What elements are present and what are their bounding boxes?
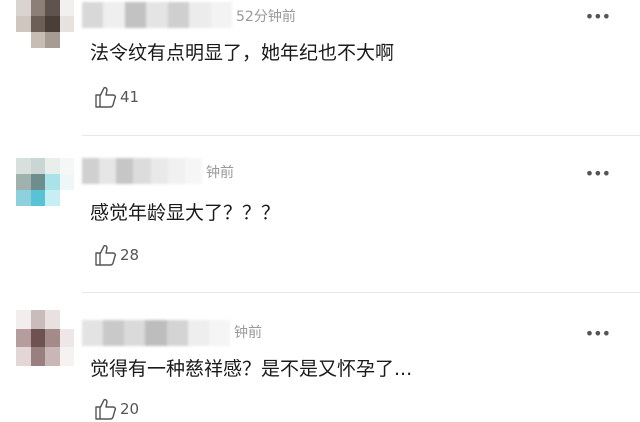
avatar[interactable] [16,0,74,48]
like-count: 41 [120,88,140,106]
thumbs-up-icon [95,398,117,420]
more-options-icon[interactable]: ••• [585,9,611,25]
username-blurred[interactable] [82,320,230,346]
username-blurred[interactable] [82,2,232,28]
divider [82,135,640,136]
comment-time: 钟前 [234,325,262,341]
comment-text: 觉得有一种慈祥感？是不是又怀孕了... [90,358,413,380]
comment-time: 52分钟前 [236,9,296,25]
like-count: 28 [120,246,140,264]
more-options-icon[interactable]: ••• [585,326,611,342]
comment-text: 感觉年龄显大了？？？ [90,202,281,224]
thumbs-up-icon [95,244,117,266]
like-button[interactable]: 20 [94,398,139,420]
comment-time: 钟前 [206,165,234,181]
thumbs-up-icon [95,86,117,108]
avatar[interactable] [16,310,74,366]
comment-item: 钟前 ••• 感觉年龄显大了？？？ 28 [0,150,640,293]
username-blurred[interactable] [82,158,202,184]
like-count: 20 [120,400,140,418]
comment-item: 钟前 ••• 觉得有一种慈祥感？是不是又怀孕了... 20 [0,302,640,422]
divider [82,292,640,293]
like-button[interactable]: 28 [94,244,139,266]
more-options-icon[interactable]: ••• [585,166,611,182]
comment-text: 法令纹有点明显了，她年纪也不大啊 [90,42,395,64]
avatar[interactable] [16,158,74,206]
like-button[interactable]: 41 [94,86,139,108]
comment-item: 52分钟前 ••• 法令纹有点明显了，她年纪也不大啊 41 [0,0,640,140]
